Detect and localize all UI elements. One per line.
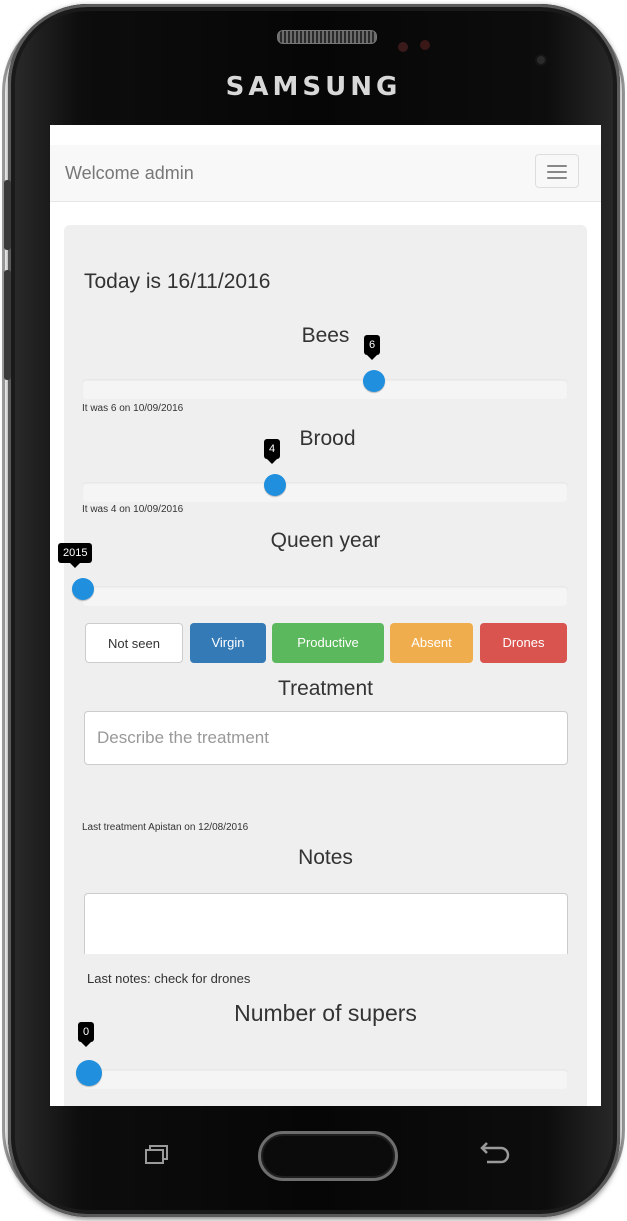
treatment-label: Treatment [278, 677, 373, 700]
bees-slider-handle[interactable] [363, 370, 385, 392]
virgin-button[interactable]: Virgin [190, 623, 266, 663]
treatment-placeholder: Describe the treatment [97, 728, 269, 747]
bees-value-tooltip: 6 [364, 335, 381, 360]
bees-slider-track[interactable] [82, 379, 568, 399]
navbar-brand[interactable]: Welcome admin [65, 163, 194, 184]
queen-year-slider-handle[interactable] [72, 578, 94, 600]
brood-value-tooltip: 4 [264, 439, 281, 464]
supers-slider-track[interactable] [82, 1069, 568, 1089]
device-brand: SAMSUNG [225, 72, 402, 102]
side-button [4, 270, 11, 380]
brood-history: It was 4 on 10/09/2016 [82, 504, 184, 515]
absent-button[interactable]: Absent [390, 623, 473, 663]
brood-label: Brood [299, 427, 356, 450]
brood-slider-track[interactable] [82, 482, 568, 502]
treatment-input[interactable]: Describe the treatment [84, 711, 568, 765]
last-notes: Last notes: check for drones [87, 971, 251, 986]
queen-year-label: Queen year [270, 529, 381, 552]
productive-button[interactable]: Productive [272, 623, 384, 663]
today-date: Today is 16/11/2016 [84, 270, 271, 293]
last-treatment: Last treatment Apistan on 12/08/2016 [82, 822, 249, 833]
earpiece-speaker [277, 30, 377, 44]
supers-label: Number of supers [234, 1000, 417, 1026]
bees-history: It was 6 on 10/09/2016 [82, 403, 184, 414]
supers-slider-handle[interactable] [76, 1060, 102, 1086]
bees-label: Bees [301, 324, 350, 347]
recent-apps-icon[interactable] [145, 1145, 169, 1165]
brood-slider-handle[interactable] [264, 474, 286, 496]
sensor [420, 40, 430, 50]
not-seen-button[interactable]: Not seen [85, 623, 183, 663]
sensor [398, 42, 408, 52]
queen-year-slider-track[interactable] [82, 586, 568, 606]
volume-button [4, 180, 11, 250]
supers-value-tooltip: 0 [78, 1022, 95, 1047]
home-button[interactable] [258, 1131, 398, 1181]
screen: Welcome admin Today is 16/11/2016 Bees 6… [50, 125, 601, 1106]
queen-year-value-tooltip: 2015 [58, 543, 93, 568]
navbar: Welcome admin [50, 145, 601, 202]
hamburger-menu-icon[interactable] [535, 154, 579, 188]
drones-button[interactable]: Drones [480, 623, 567, 663]
back-icon[interactable] [477, 1140, 513, 1168]
front-camera [537, 56, 545, 64]
notes-textarea[interactable] [84, 893, 568, 963]
notes-label: Notes [298, 846, 353, 869]
